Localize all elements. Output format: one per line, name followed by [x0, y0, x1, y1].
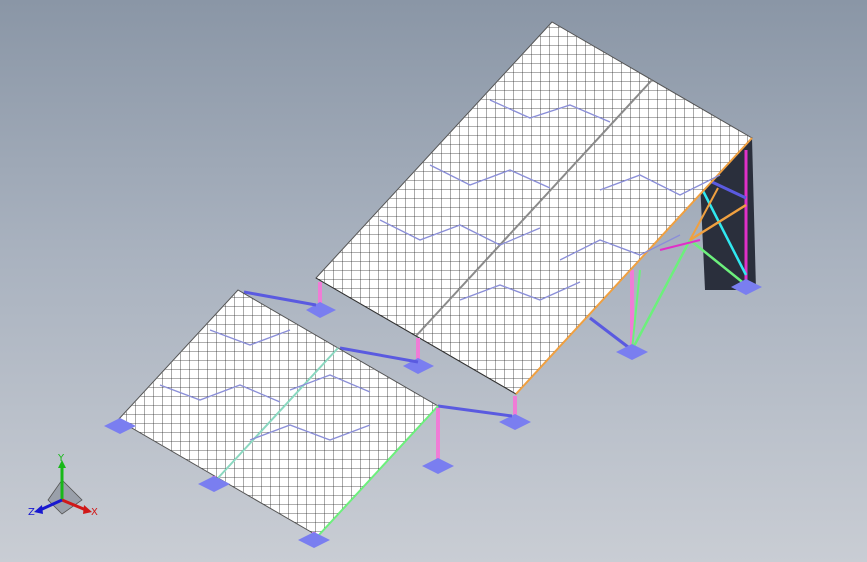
small-panel-array	[117, 289, 439, 537]
solar-mount-model[interactable]: Y X Z	[0, 0, 867, 562]
x-axis-label: X	[91, 507, 98, 518]
z-axis-arrowhead	[34, 505, 43, 514]
z-axis-label: Z	[28, 507, 35, 518]
orientation-triad[interactable]: Y X Z	[28, 453, 98, 518]
large-panel-array	[315, 21, 753, 395]
y-axis-label: Y	[57, 453, 65, 464]
cad-viewport[interactable]: Y X Z	[0, 0, 867, 562]
